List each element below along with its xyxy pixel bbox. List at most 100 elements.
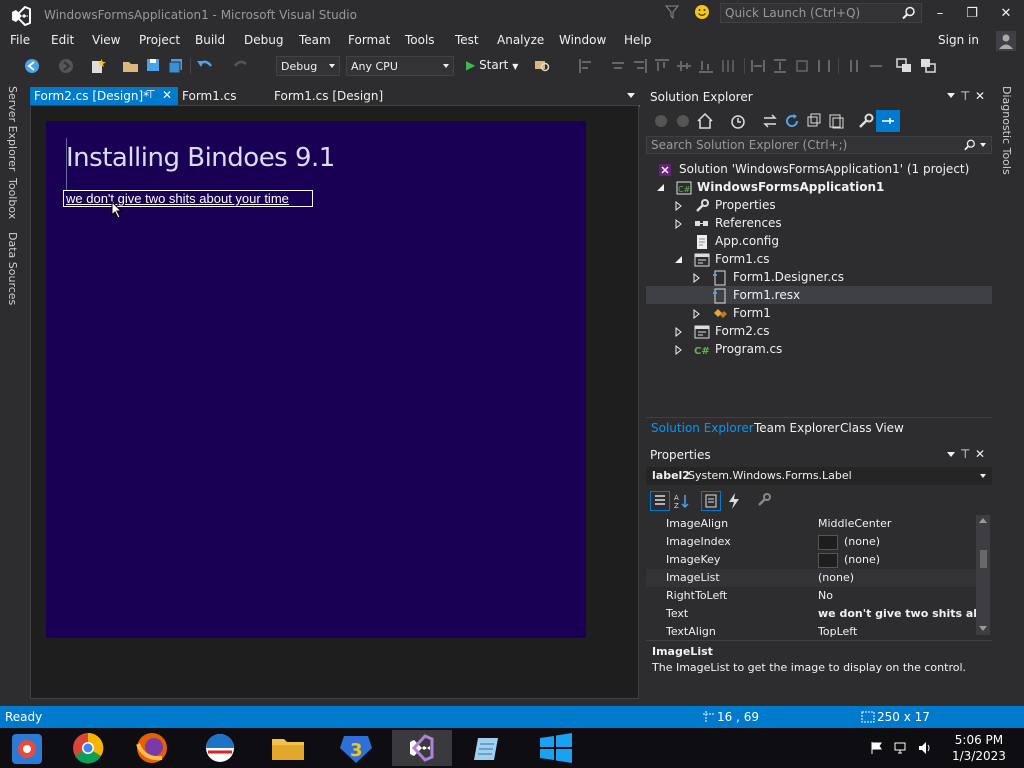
tab-form1-design[interactable]: Form1.cs [Design]	[270, 87, 387, 105]
expanded-triangle-icon[interactable]	[656, 183, 666, 193]
navigate-back-icon[interactable]	[24, 58, 40, 74]
align-rights-icon[interactable]	[632, 58, 648, 74]
diagnostic-tools-tab[interactable]: Diagnostic Tools	[1000, 86, 1013, 175]
new-project-icon[interactable]	[90, 58, 106, 74]
property-pages-wrench-icon[interactable]	[756, 492, 772, 508]
search-options-chevron-icon[interactable]	[980, 143, 986, 147]
tree-item-form1-designer-cs[interactable]: Form1.Designer.cs	[733, 270, 844, 284]
size-to-grid-icon[interactable]	[794, 58, 810, 74]
server-explorer-tab[interactable]: Server Explorer	[6, 86, 19, 171]
maximize-button[interactable]: ❐	[962, 6, 982, 22]
scroll-down-icon[interactable]	[979, 626, 987, 631]
collapse-all-icon[interactable]	[806, 113, 822, 129]
volume-icon[interactable]	[917, 740, 933, 756]
align-lefts-icon[interactable]	[578, 58, 594, 74]
network-icon[interactable]	[893, 740, 909, 756]
collapsed-triangle-icon[interactable]	[674, 345, 684, 355]
tree-item-form1-class[interactable]: Form1	[733, 306, 771, 320]
properties-view-button[interactable]	[701, 491, 721, 511]
tree-item-form1-cs[interactable]: Form1.cs	[715, 252, 770, 266]
property-row[interactable]: TextAlign TopLeft	[646, 623, 976, 641]
sign-in-link[interactable]: Sign in	[938, 33, 979, 47]
taskbar-app-chromium-icon[interactable]	[0, 730, 60, 766]
menu-test[interactable]: Test	[455, 33, 479, 47]
expanded-triangle-icon[interactable]	[674, 255, 684, 265]
taskbar-app-file-explorer-icon[interactable]	[258, 730, 318, 766]
close-icon[interactable]: ✕	[975, 447, 985, 461]
property-row[interactable]: ImageKey (none)	[646, 551, 976, 569]
pending-changes-filter-icon[interactable]	[730, 113, 746, 129]
notification-filter-icon[interactable]	[665, 5, 679, 19]
menu-debug[interactable]: Debug	[244, 33, 283, 47]
solution-explorer-search-input[interactable]: Search Solution Explorer (Ctrl+;)	[646, 136, 992, 154]
collapsed-triangle-icon[interactable]	[674, 219, 684, 229]
search-icon[interactable]	[964, 139, 976, 151]
properties-wrench-icon[interactable]	[858, 113, 874, 129]
collapsed-triangle-icon[interactable]	[674, 201, 684, 211]
solution-platform-select[interactable]: Any CPU	[346, 56, 454, 76]
send-to-back-icon[interactable]	[920, 58, 938, 74]
collapsed-triangle-icon[interactable]	[674, 327, 684, 337]
tree-item-program-cs[interactable]: Program.cs	[715, 342, 782, 356]
save-all-icon[interactable]	[168, 58, 184, 74]
home-icon[interactable]	[697, 113, 713, 129]
tree-item-properties[interactable]: Properties	[715, 198, 776, 212]
find-in-files-icon[interactable]	[534, 58, 552, 74]
taskbar-app-firefox-icon[interactable]	[122, 730, 182, 766]
collapsed-triangle-icon[interactable]	[692, 309, 702, 319]
form-title-label[interactable]: Installing Bindoes 9.1	[66, 143, 335, 173]
minimize-button[interactable]: –	[930, 6, 950, 22]
taskbar-app-notepad-icon[interactable]	[458, 730, 518, 766]
properties-scrollbar[interactable]	[976, 515, 990, 635]
menu-view[interactable]: View	[92, 33, 120, 47]
start-debugging-button[interactable]: ▶ Start ▼	[466, 58, 518, 72]
window-position-chevron-icon[interactable]	[947, 93, 955, 98]
taskbar-app-chrome-icon[interactable]	[58, 730, 118, 766]
align-to-grid-icon[interactable]	[720, 58, 736, 74]
feedback-smiley-icon[interactable]	[694, 4, 710, 20]
property-row[interactable]: Text we don't give two shits about yo	[646, 605, 978, 623]
vertical-spacing-icon[interactable]	[846, 58, 862, 74]
menu-team[interactable]: Team	[299, 33, 331, 47]
taskbar-app-3d-icon[interactable]: 3	[326, 730, 386, 766]
tab-team-explorer[interactable]: Team Explorer	[754, 421, 840, 435]
label2-control[interactable]: we don't give two shits about your time	[63, 190, 313, 207]
alphabetical-icon[interactable]: AZ	[673, 492, 691, 510]
menu-edit[interactable]: Edit	[51, 33, 74, 47]
menu-window[interactable]: Window	[559, 33, 606, 47]
quick-launch-input[interactable]: Quick Launch (Ctrl+Q)	[720, 3, 922, 23]
close-button[interactable]: ✕	[996, 6, 1016, 22]
property-row[interactable]: RightToLeft No	[646, 587, 976, 605]
action-center-flag-icon[interactable]	[870, 741, 884, 755]
events-lightning-icon[interactable]	[726, 492, 742, 510]
auto-hide-pin-icon[interactable]: ⊤	[960, 447, 970, 461]
account-avatar-icon[interactable]	[996, 31, 1016, 51]
close-icon[interactable]: ✕	[975, 89, 985, 103]
align-tops-icon[interactable]	[654, 58, 670, 74]
menu-file[interactable]: File	[10, 33, 30, 47]
toolbox-tab[interactable]: Toolbox	[6, 178, 19, 219]
menu-format[interactable]: Format	[348, 33, 390, 47]
sync-with-active-document-icon[interactable]	[762, 113, 778, 129]
back-icon[interactable]	[654, 114, 668, 128]
align-centers-icon[interactable]	[610, 58, 626, 74]
menu-project[interactable]: Project	[139, 33, 180, 47]
scrollbar-thumb[interactable]	[980, 550, 987, 568]
navigate-forward-icon[interactable]	[58, 58, 74, 74]
preview-selected-items-button[interactable]	[876, 110, 900, 132]
center-horizontally-icon[interactable]	[868, 58, 884, 74]
tree-item-solution[interactable]: Solution 'WindowsFormsApplication1' (1 p…	[679, 162, 969, 176]
make-same-height-icon[interactable]	[772, 58, 788, 74]
taskbar-app-windows-icon[interactable]	[526, 730, 586, 766]
solution-configuration-select[interactable]: Debug	[276, 56, 340, 76]
horizontal-spacing-icon[interactable]	[816, 58, 832, 74]
make-same-width-icon[interactable]	[750, 58, 766, 74]
tab-class-view[interactable]: Class View	[840, 421, 904, 435]
property-row-selected[interactable]: ImageList (none)	[646, 569, 976, 587]
refresh-icon[interactable]	[784, 113, 800, 129]
forward-icon[interactable]	[676, 114, 690, 128]
undo-icon[interactable]	[196, 58, 214, 74]
tab-form2-design[interactable]: Form2.cs [Design]* ⊤ ✕	[30, 87, 178, 105]
properties-object-selector[interactable]: label2 System.Windows.Forms.Label	[646, 467, 992, 485]
tab-overflow-chevron-icon[interactable]	[627, 93, 635, 98]
